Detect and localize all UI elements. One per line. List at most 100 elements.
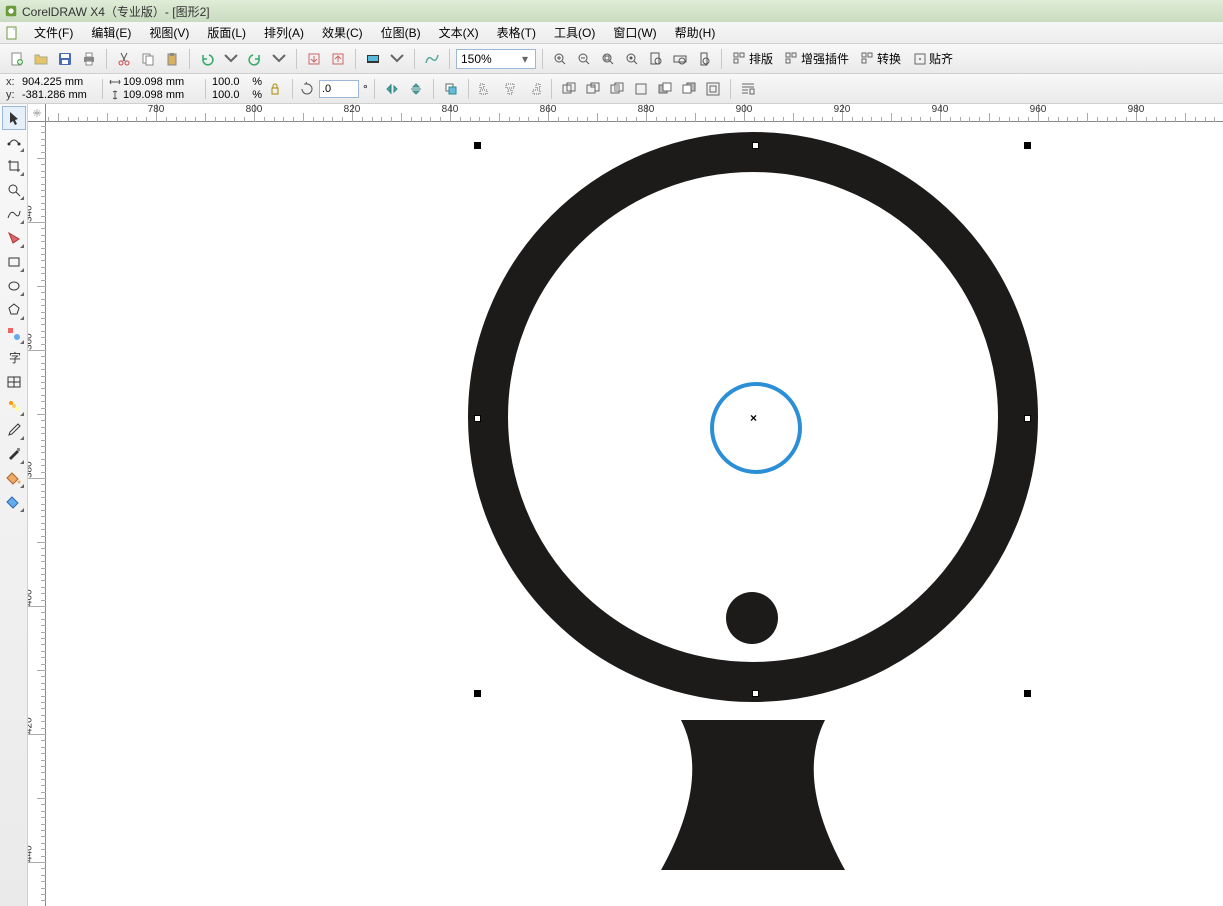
sel-handle-n[interactable]: [752, 142, 759, 149]
wrap-text-button[interactable]: [737, 78, 759, 100]
ruler-origin[interactable]: [28, 104, 46, 122]
y-value[interactable]: -381.286 mm: [22, 89, 87, 102]
zoom-all-button[interactable]: [621, 48, 643, 70]
menu-text[interactable]: 文本(X): [431, 22, 487, 43]
paste-button[interactable]: [161, 48, 183, 70]
menu-tools[interactable]: 工具(O): [546, 22, 603, 43]
menu-help[interactable]: 帮助(H): [667, 22, 724, 43]
table-tool[interactable]: [2, 370, 26, 394]
menu-file[interactable]: 文件(F): [26, 22, 81, 43]
horizontal-ruler[interactable]: 7808008208408608809009209409609801000: [46, 104, 1223, 122]
boundary-button[interactable]: [702, 78, 724, 100]
drawing-canvas[interactable]: ×: [46, 122, 1223, 906]
zoom-selection-button[interactable]: [597, 48, 619, 70]
export-button[interactable]: [327, 48, 349, 70]
vertical-ruler[interactable]: 340360380400420440: [28, 122, 46, 906]
zoom-width-button[interactable]: [669, 48, 691, 70]
app-launcher-drop-icon[interactable]: [386, 48, 408, 70]
zoom-out-button[interactable]: [573, 48, 595, 70]
lock-ratio-button[interactable]: [264, 78, 286, 100]
menu-edit[interactable]: 编辑(E): [83, 22, 139, 43]
sel-handle-s[interactable]: [752, 690, 759, 697]
width-value[interactable]: 109.098 mm: [123, 76, 184, 89]
basic-shapes-tool[interactable]: [2, 322, 26, 346]
layout-label: 排版: [749, 50, 773, 67]
layout-panel-button[interactable]: 排版: [728, 48, 778, 70]
cut-button[interactable]: [113, 48, 135, 70]
interactive-blend-tool[interactable]: [2, 394, 26, 418]
snap-panel-button[interactable]: 贴齐: [908, 48, 958, 70]
zoom-height-button[interactable]: [693, 48, 715, 70]
to-front-page-button[interactable]: [440, 78, 462, 100]
text-tool[interactable]: 字: [2, 346, 26, 370]
menu-view[interactable]: 视图(V): [141, 22, 197, 43]
pick-tool[interactable]: [2, 106, 26, 130]
rotation-input[interactable]: [319, 80, 359, 98]
fill-tool[interactable]: [2, 466, 26, 490]
canvas-area: 7808008208408608809009209409609801000 34…: [28, 104, 1223, 906]
zoom-page-button[interactable]: [645, 48, 667, 70]
sel-handle-e[interactable]: [1024, 415, 1031, 422]
menu-window[interactable]: 窗口(W): [605, 22, 664, 43]
print-button[interactable]: [78, 48, 100, 70]
sel-handle-sw[interactable]: [474, 690, 481, 697]
sel-handle-nw[interactable]: [474, 142, 481, 149]
copy-button[interactable]: [137, 48, 159, 70]
align-right-button[interactable]: [523, 78, 545, 100]
scale-x-value[interactable]: 100.0: [212, 76, 240, 89]
smart-fill-tool[interactable]: [2, 226, 26, 250]
rectangle-tool[interactable]: [2, 250, 26, 274]
zoom-combo[interactable]: ▾: [456, 49, 536, 69]
back-minus-button[interactable]: [678, 78, 700, 100]
redo-drop-icon[interactable]: [268, 48, 290, 70]
freehand-tool[interactable]: [2, 202, 26, 226]
sel-handle-ne[interactable]: [1024, 142, 1031, 149]
save-button[interactable]: [54, 48, 76, 70]
scale-box: 100.0% 100.0%: [212, 76, 262, 102]
menu-effects[interactable]: 效果(C): [314, 22, 371, 43]
open-button[interactable]: [30, 48, 52, 70]
app-launcher-button[interactable]: [362, 48, 384, 70]
sel-handle-w[interactable]: [474, 415, 481, 422]
art-blue-circle[interactable]: [710, 382, 802, 474]
chevron-down-icon[interactable]: ▾: [519, 52, 531, 66]
welcome-button[interactable]: [421, 48, 443, 70]
workspace: 字 7808008208408608809009209409609801000 …: [0, 104, 1223, 906]
mirror-h-button[interactable]: [381, 78, 403, 100]
height-value[interactable]: 109.098 mm: [123, 89, 184, 102]
undo-button[interactable]: [196, 48, 218, 70]
outline-tool[interactable]: [2, 442, 26, 466]
ellipse-tool[interactable]: [2, 274, 26, 298]
convert-panel-button[interactable]: 转换: [856, 48, 906, 70]
front-minus-button[interactable]: [654, 78, 676, 100]
intersect-button[interactable]: [606, 78, 628, 100]
shape-tool[interactable]: [2, 130, 26, 154]
import-button[interactable]: [303, 48, 325, 70]
mirror-v-button[interactable]: [405, 78, 427, 100]
menu-arrange[interactable]: 排列(A): [256, 22, 312, 43]
trim-button[interactable]: [582, 78, 604, 100]
zoom-input[interactable]: [461, 52, 519, 66]
weld-button[interactable]: [558, 78, 580, 100]
art-stand[interactable]: [651, 720, 855, 870]
x-value[interactable]: 904.225 mm: [22, 76, 83, 89]
sel-handle-se[interactable]: [1024, 690, 1031, 697]
undo-drop-icon[interactable]: [220, 48, 242, 70]
zoom-tool[interactable]: [2, 178, 26, 202]
interactive-fill-tool[interactable]: [2, 490, 26, 514]
menu-table[interactable]: 表格(T): [489, 22, 544, 43]
redo-button[interactable]: [244, 48, 266, 70]
simplify-button[interactable]: [630, 78, 652, 100]
new-button[interactable]: [6, 48, 28, 70]
scale-y-value[interactable]: 100.0: [212, 89, 240, 102]
menu-bitmaps[interactable]: 位图(B): [373, 22, 429, 43]
menu-layout[interactable]: 版面(L): [199, 22, 254, 43]
art-black-dot[interactable]: [726, 592, 778, 644]
zoom-in-button[interactable]: [549, 48, 571, 70]
polygon-tool[interactable]: [2, 298, 26, 322]
plugins-panel-button[interactable]: 增强插件: [780, 48, 854, 70]
align-left-button[interactable]: [475, 78, 497, 100]
crop-tool[interactable]: [2, 154, 26, 178]
align-center-button[interactable]: [499, 78, 521, 100]
eyedropper-tool[interactable]: [2, 418, 26, 442]
